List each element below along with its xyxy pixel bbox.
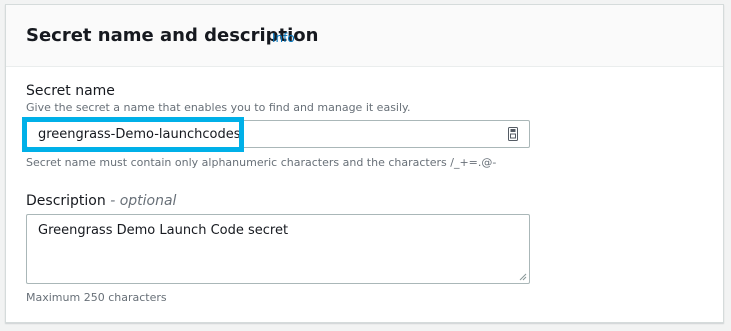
description-textarea[interactable]: Greengrass Demo Launch Code secret (26, 214, 530, 284)
optional-marker: - optional (110, 193, 177, 209)
secret-name-label: Secret name (26, 83, 115, 99)
secret-name-description: Give the secret a name that enables you … (26, 101, 411, 114)
resize-handle-icon[interactable] (519, 273, 527, 281)
panel-header: Secret name and description Info (6, 5, 723, 67)
description-constraint: Maximum 250 characters (26, 291, 167, 304)
secret-name-value: greengrass-Demo-launchcodes (38, 127, 241, 142)
secret-name-input[interactable]: greengrass-Demo-launchcodes (26, 120, 530, 148)
description-value: Greengrass Demo Launch Code secret (38, 223, 289, 238)
password-manager-icon[interactable] (508, 127, 518, 141)
info-link[interactable]: Info (272, 31, 295, 45)
description-label: Description - optional (26, 192, 176, 210)
secret-details-panel: Secret name and description Info Secret … (5, 4, 724, 323)
description-label-text: Description (26, 193, 106, 209)
secret-name-constraint: Secret name must contain only alphanumer… (26, 156, 497, 169)
